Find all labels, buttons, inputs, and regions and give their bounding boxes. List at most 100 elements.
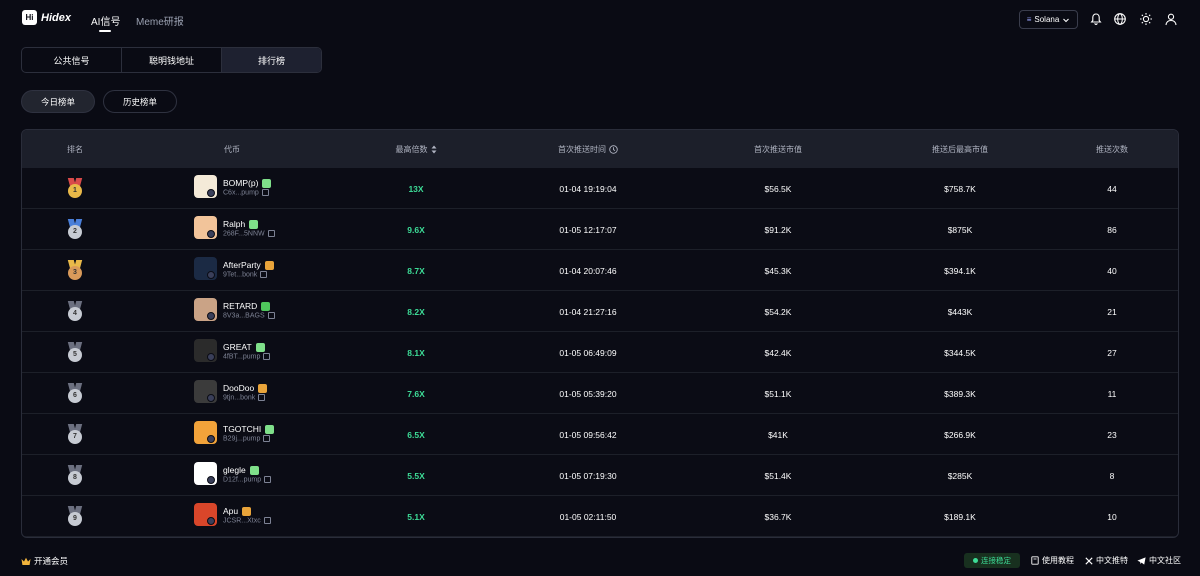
- table-row[interactable]: 4 RETARD 8V3a...BAGS 8.2X 01-04 21:27:16…: [22, 291, 1178, 332]
- token-address-line: B29j...pump: [223, 435, 271, 442]
- user-icon[interactable]: [1164, 12, 1178, 26]
- logo-text: Hidex: [41, 11, 71, 24]
- token-avatar: [194, 380, 217, 403]
- max-mcap: $443K: [947, 306, 973, 317]
- max-multiple: 8.2X: [407, 306, 425, 317]
- leaderboard-table: 排名 代币 最高倍数 首次推送时间 首次推送市值 推送后最高市值 推送次数 1: [21, 129, 1179, 538]
- max-multiple: 13X: [408, 183, 424, 194]
- token-address-line: 4fBT...pump: [223, 353, 271, 360]
- first-push-mcap: $42.4K: [764, 347, 792, 358]
- today-list-button[interactable]: 今日榜单: [21, 90, 95, 113]
- nav-ai-signal[interactable]: AI信号: [91, 13, 120, 28]
- rank-number: 3: [68, 265, 82, 280]
- telegram-link[interactable]: 中文社区: [1137, 555, 1181, 566]
- token-address: JCSR...Xtxc: [223, 517, 261, 525]
- token-avatar: [194, 462, 217, 485]
- token-cell[interactable]: RETARD 8V3a...BAGS: [194, 298, 334, 325]
- history-list-button[interactable]: 历史榜单: [103, 90, 177, 113]
- token-address-line: JCSR...Xtxc: [223, 517, 271, 524]
- max-mcap: $285K: [947, 470, 973, 481]
- token-cell[interactable]: Ralph 268F...5NNW: [194, 216, 334, 243]
- token-address: 8V3a...BAGS: [223, 312, 265, 320]
- token-name: AfterParty: [223, 260, 261, 270]
- token-cell[interactable]: DooDoo 9tjn...bonk: [194, 380, 334, 407]
- book-icon: [1031, 556, 1039, 565]
- token-name-line: glegle: [223, 465, 259, 476]
- twitter-link[interactable]: 中文推特: [1085, 555, 1128, 566]
- copy-icon[interactable]: [261, 189, 269, 196]
- tab-leaderboard[interactable]: 排行榜: [222, 48, 321, 72]
- token-cell[interactable]: BOMP(p) C6x...pump: [194, 175, 334, 202]
- push-count: 8: [1109, 470, 1115, 481]
- header-max-multiple[interactable]: 最高倍数: [336, 130, 496, 168]
- table-row[interactable]: 9 Apu JCSR...Xtxc 5.1X 01-05 02:11:50 $3…: [22, 496, 1178, 537]
- bonk-badge-icon: [258, 384, 268, 394]
- header-first-push-time: 首次推送时间: [496, 130, 680, 168]
- copy-icon[interactable]: [264, 476, 272, 483]
- token-cell[interactable]: AfterParty 9Tet...bonk: [194, 257, 334, 284]
- max-multiple: 8.7X: [407, 265, 425, 276]
- logo-mark-icon: Hi: [22, 10, 37, 25]
- vip-link[interactable]: 开通会员: [21, 555, 68, 567]
- table-row[interactable]: 8 glegle D12f...pump 5.5X 01-05 07:19:30…: [22, 455, 1178, 496]
- copy-icon[interactable]: [263, 517, 271, 524]
- token-address-line: 9tjn...bonk: [223, 394, 266, 401]
- bell-icon[interactable]: [1089, 12, 1103, 26]
- copy-icon[interactable]: [260, 271, 268, 278]
- header-max-multiple-label: 最高倍数: [395, 144, 428, 154]
- tutorial-link[interactable]: 使用教程: [1031, 555, 1074, 566]
- max-mcap: $758.7K: [944, 183, 976, 194]
- token-address: 9Tet...bonk: [223, 271, 258, 279]
- table-row[interactable]: 2 Ralph 268F...5NNW 9.6X 01-05 12:17:07 …: [22, 209, 1178, 250]
- header-first-push-mcap: 首次推送市值: [754, 144, 802, 154]
- nav-meme-research[interactable]: Meme研报: [136, 13, 184, 28]
- push-count: 10: [1107, 511, 1117, 522]
- token-name: RETARD: [223, 301, 258, 311]
- max-mcap: $875K: [947, 224, 973, 235]
- table-row[interactable]: 5 GREAT 4fBT...pump 8.1X 01-05 06:49:09 …: [22, 332, 1178, 373]
- pill-badge-icon: [249, 220, 259, 230]
- chain-badge-icon: [207, 271, 215, 279]
- max-multiple: 5.5X: [407, 470, 425, 481]
- token-name-line: GREAT: [223, 342, 265, 353]
- max-mcap: $266.9K: [944, 429, 976, 440]
- token-address-line: D12f...pump: [223, 476, 272, 483]
- copy-icon[interactable]: [258, 394, 266, 401]
- hidex-logo[interactable]: Hi Hidex: [22, 10, 71, 25]
- token-name-line: Apu: [223, 506, 252, 517]
- first-push-time: 01-05 07:19:30: [559, 470, 617, 481]
- token-cell[interactable]: TGOTCHI B29j...pump: [194, 421, 334, 448]
- token-name-line: BOMP(p): [223, 178, 272, 189]
- first-push-mcap: $56.5K: [764, 183, 792, 194]
- chevron-down-icon: [1063, 18, 1070, 22]
- globe-icon[interactable]: [1113, 12, 1127, 26]
- first-push-mcap: $91.2K: [764, 224, 792, 235]
- rank-cell: 9: [22, 496, 128, 537]
- max-multiple: 7.6X: [407, 388, 425, 399]
- tab-smart-money[interactable]: 聪明钱地址: [122, 48, 222, 72]
- sort-icon: [431, 145, 436, 153]
- sun-icon[interactable]: [1139, 12, 1153, 26]
- copy-icon[interactable]: [263, 353, 271, 360]
- token-cell[interactable]: GREAT 4fBT...pump: [194, 339, 334, 366]
- token-cell[interactable]: glegle D12f...pump: [194, 462, 334, 489]
- vip-label: 开通会员: [34, 556, 69, 566]
- table-row[interactable]: 6 DooDoo 9tjn...bonk 7.6X 01-05 05:39:20…: [22, 373, 1178, 414]
- table-header: 排名 代币 最高倍数 首次推送时间 首次推送市值 推送后最高市值 推送次数: [22, 130, 1178, 168]
- bonk-badge-icon: [242, 507, 252, 517]
- push-count: 27: [1107, 347, 1117, 358]
- pill-badge-icon: [255, 343, 265, 353]
- token-cell[interactable]: Apu JCSR...Xtxc: [194, 503, 334, 530]
- copy-icon[interactable]: [263, 435, 271, 442]
- max-mcap: $344.5K: [944, 347, 976, 358]
- copy-icon[interactable]: [267, 312, 275, 319]
- first-push-time: 01-05 02:11:50: [559, 511, 617, 522]
- chain-selector[interactable]: ≡ Solana: [1019, 10, 1078, 29]
- table-row[interactable]: 3 AfterParty 9Tet...bonk 8.7X 01-04 20:0…: [22, 250, 1178, 291]
- copy-icon[interactable]: [267, 230, 275, 237]
- tab-public-signals[interactable]: 公共信号: [22, 48, 122, 72]
- table-row[interactable]: 7 TGOTCHI B29j...pump 6.5X 01-05 09:56:4…: [22, 414, 1178, 455]
- rank-cell: 3: [22, 250, 128, 291]
- table-row[interactable]: 1 BOMP(p) C6x...pump 13X 01-04 19:19:04 …: [22, 168, 1178, 209]
- rank-cell: 6: [22, 373, 128, 414]
